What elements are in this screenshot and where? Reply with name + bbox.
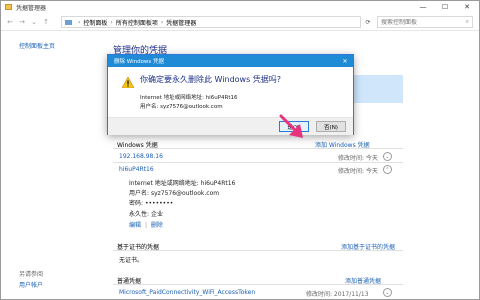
breadcrumb-item-control-panel[interactable]: 控制面板 bbox=[83, 18, 107, 27]
see-also-heading: 另请参阅 bbox=[19, 271, 44, 278]
close-button[interactable]: ✕ bbox=[457, 1, 477, 13]
detail-username-label: 用户名: bbox=[129, 190, 150, 197]
no-certificates-text: 无证书。 bbox=[119, 257, 144, 264]
maximize-button[interactable]: ☐ bbox=[435, 1, 455, 13]
dialog-title-bar: 删除 Windows 凭据 ✕ bbox=[108, 55, 353, 67]
refresh-icon[interactable]: ⟳ bbox=[363, 16, 373, 28]
dialog-footer: 是(Y) 否(N) bbox=[108, 117, 353, 135]
breadcrumb-item-credential-manager[interactable]: 凭据管理器 bbox=[166, 18, 196, 27]
breadcrumb-separator-icon: › bbox=[110, 18, 113, 26]
back-arrow-icon[interactable]: ← bbox=[5, 17, 15, 27]
dialog-title: 删除 Windows 凭据 bbox=[114, 59, 165, 65]
window-title: 凭据管理器 bbox=[16, 5, 47, 12]
recent-dropdown-icon[interactable]: ⌄ bbox=[29, 17, 39, 27]
control-panel-home-link[interactable]: 控制面板主页 bbox=[19, 41, 55, 50]
detail-address-value: hi6uP4Rt16 bbox=[200, 180, 236, 187]
no-button[interactable]: 否(N) bbox=[316, 121, 346, 132]
credential-row-name[interactable]: Microsoft_PaidConnectivity_WiFi_AccessTo… bbox=[119, 289, 255, 296]
search-box[interactable]: ⌕ bbox=[377, 16, 473, 28]
breadcrumb-separator-icon: › bbox=[160, 18, 164, 26]
expand-chevron-icon[interactable]: ⌄ bbox=[383, 152, 392, 161]
dialog-question: 你确定要永久删除此 Windows 凭据吗? bbox=[140, 75, 282, 84]
divider bbox=[113, 162, 403, 163]
control-panel-icon bbox=[65, 19, 72, 25]
credential-row-name[interactable]: hi6uP4Rt16 bbox=[119, 166, 154, 173]
credential-row-modified: 修改时间: 2017/11/13 bbox=[306, 291, 369, 298]
minimize-button[interactable]: — bbox=[413, 1, 433, 13]
detail-password: 密码: •••••••• bbox=[129, 198, 173, 207]
detail-address: Internet 地址或网络地址: hi6uP4Rt16 bbox=[129, 178, 235, 187]
breadcrumb-separator-icon: › bbox=[78, 18, 81, 26]
divider bbox=[113, 250, 403, 251]
pointing-arrow-icon bbox=[279, 114, 303, 138]
dialog-close-icon[interactable]: ✕ bbox=[340, 56, 350, 66]
detail-persistence-label: 永久性: bbox=[129, 211, 150, 218]
detail-username-value: syz7576@outlook.com bbox=[150, 190, 220, 197]
dialog-address-line: Internet 地址或网络地址: hi6uP4Rt16 bbox=[140, 95, 238, 101]
forward-arrow-icon[interactable]: → bbox=[17, 17, 27, 27]
expand-chevron-icon[interactable]: ⌄ bbox=[383, 288, 392, 297]
credential-row-name[interactable]: 192.168.98.16 bbox=[119, 153, 163, 160]
credential-row-modified: 修改时间: 今天 bbox=[338, 155, 378, 162]
dialog-username-line: 用户名: syz7576@outlook.com bbox=[140, 104, 223, 110]
detail-username: 用户名: syz7576@outlook.com bbox=[129, 188, 219, 197]
detail-address-label: Internet 地址或网络地址: bbox=[129, 180, 199, 187]
detail-persistence: 永久性: 企业 bbox=[129, 209, 163, 218]
delete-credential-link[interactable]: 删除 bbox=[151, 222, 163, 229]
credential-manager-window: 凭据管理器 — ☐ ✕ ← → ⌄ ↑ › 控制面板 › 所有控制面板项 › 凭… bbox=[0, 0, 480, 300]
address-bar: ← → ⌄ ↑ › 控制面板 › 所有控制面板项 › 凭据管理器 ⟳ ⌕ bbox=[1, 13, 479, 31]
warning-icon bbox=[122, 77, 134, 88]
credential-type-tile[interactable] bbox=[349, 75, 403, 103]
collapse-chevron-icon[interactable]: ⌃ bbox=[383, 165, 392, 174]
action-separator: | bbox=[144, 222, 147, 229]
credential-row-modified: 修改时间: 今天 bbox=[338, 168, 378, 175]
up-arrow-icon[interactable]: ↑ bbox=[41, 17, 51, 27]
user-accounts-link[interactable]: 用户帐户 bbox=[19, 280, 43, 289]
detail-password-label: 密码: bbox=[129, 200, 144, 207]
breadcrumb-item-all-items[interactable]: 所有控制面板项 bbox=[116, 18, 158, 27]
delete-credential-dialog: 删除 Windows 凭据 ✕ 你确定要永久删除此 Windows 凭据吗? I… bbox=[107, 54, 354, 135]
detail-password-value: •••••••• bbox=[144, 200, 174, 207]
edit-credential-link[interactable]: 编辑 bbox=[129, 222, 141, 229]
breadcrumb[interactable]: › 控制面板 › 所有控制面板项 › 凭据管理器 bbox=[61, 16, 361, 28]
credential-manager-icon bbox=[5, 4, 12, 10]
detail-persistence-value: 企业 bbox=[150, 211, 163, 218]
search-input[interactable] bbox=[381, 18, 459, 26]
divider bbox=[113, 148, 403, 149]
title-bar: 凭据管理器 — ☐ ✕ bbox=[1, 1, 479, 13]
divider bbox=[113, 284, 403, 285]
detail-actions: 编辑 | 删除 bbox=[129, 220, 163, 229]
search-icon[interactable]: ⌕ bbox=[466, 18, 469, 26]
